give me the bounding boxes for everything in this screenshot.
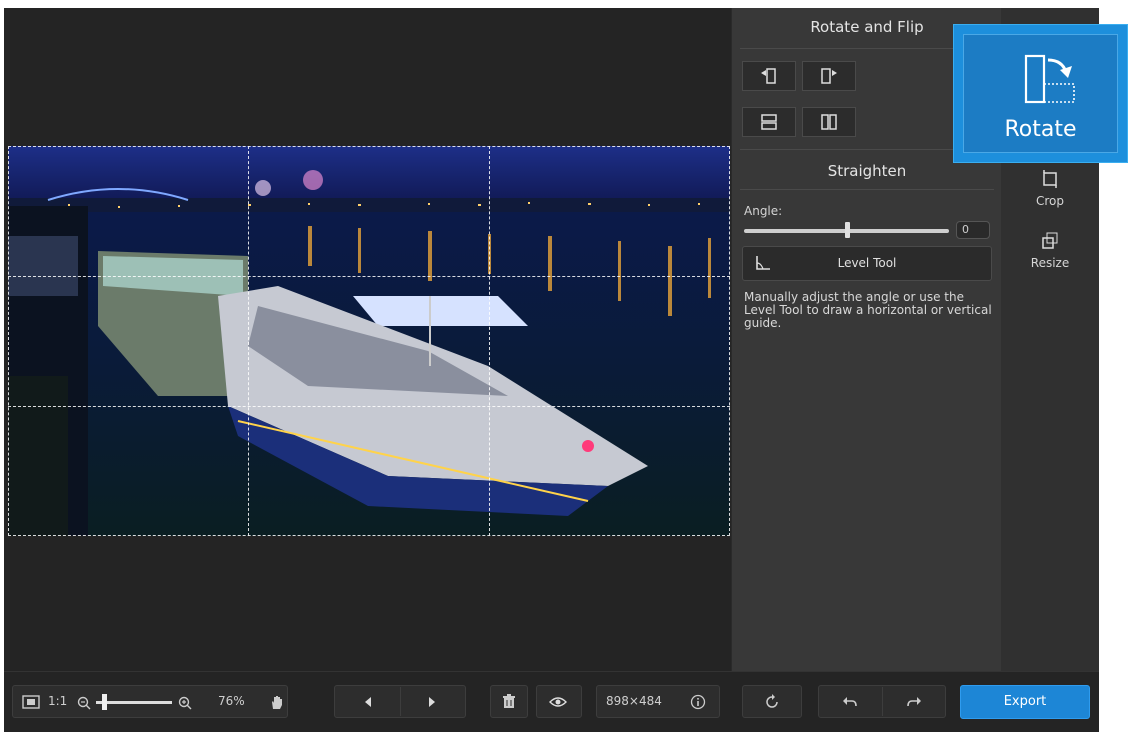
zoom-in-icon[interactable]	[178, 696, 192, 710]
rotate-icon	[1024, 54, 1075, 104]
angle-label: Angle:	[744, 204, 783, 218]
divider	[740, 189, 994, 190]
image-canvas	[4, 8, 731, 671]
next-icon[interactable]	[426, 696, 438, 708]
tool-crop-label: Crop	[1035, 194, 1064, 208]
info-icon[interactable]	[690, 694, 706, 710]
photo-with-grid[interactable]	[8, 146, 730, 536]
angle-slider-thumb[interactable]	[844, 222, 850, 238]
level-tool-button[interactable]: Level Tool	[742, 246, 992, 281]
trash-icon	[503, 694, 515, 708]
grid-horizontal-1	[8, 276, 730, 277]
grid-vertical-1	[248, 146, 249, 536]
rotate-tool-label: Rotate	[1004, 117, 1077, 142]
angle-value-input[interactable]: 0	[956, 221, 990, 239]
bottom-toolbar: 1:1 76% 898×484 Export	[4, 671, 1099, 732]
grid-horizontal-2	[8, 406, 730, 407]
tool-resize-label: Resize	[1030, 256, 1070, 270]
zoom-out-icon[interactable]	[77, 696, 91, 710]
flip-horizontal-button[interactable]	[802, 107, 856, 137]
zoom-value: 76%	[218, 694, 245, 708]
divider	[400, 687, 401, 716]
resize-icon	[1042, 232, 1058, 249]
hand-icon[interactable]	[269, 694, 285, 710]
tool-crop[interactable]: Crop	[1001, 168, 1099, 208]
rotate-left-button[interactable]	[742, 61, 796, 91]
zoom-slider[interactable]	[96, 701, 172, 704]
image-dimensions: 898×484	[606, 694, 662, 708]
straighten-hint: Manually adjust the angle or use the Lev…	[744, 290, 992, 330]
photo-editor-window: Rotate and Flip Straighten Angle: 0 Leve…	[4, 8, 1099, 732]
tool-resize[interactable]: Resize	[1001, 230, 1099, 270]
undo-icon[interactable]	[842, 695, 858, 709]
export-button[interactable]: Export	[960, 685, 1090, 719]
level-tool-label: Level Tool	[837, 256, 897, 270]
rotate-right-icon	[821, 68, 837, 84]
rotate-left-icon	[761, 68, 776, 84]
reset-icon	[766, 694, 778, 708]
flip-vertical-icon	[761, 114, 777, 130]
straighten-title: Straighten	[827, 162, 907, 180]
fit-screen-icon[interactable]	[22, 695, 40, 709]
zoom-1-to-1-button[interactable]: 1:1	[48, 685, 67, 718]
rotate-tool[interactable]: Rotate	[963, 34, 1118, 153]
grid-vertical-2	[489, 146, 490, 536]
previous-icon[interactable]	[362, 696, 374, 708]
zoom-slider-thumb[interactable]	[101, 694, 107, 710]
rotate-right-button[interactable]	[802, 61, 856, 91]
rotate-tool-callout[interactable]: Rotate	[953, 24, 1128, 163]
eye-icon	[549, 697, 567, 707]
redo-icon[interactable]	[906, 695, 922, 709]
divider	[882, 687, 883, 716]
grid-border	[8, 146, 730, 536]
flip-vertical-button[interactable]	[742, 107, 796, 137]
flip-horizontal-icon	[821, 114, 837, 130]
crop-icon	[1043, 170, 1057, 188]
